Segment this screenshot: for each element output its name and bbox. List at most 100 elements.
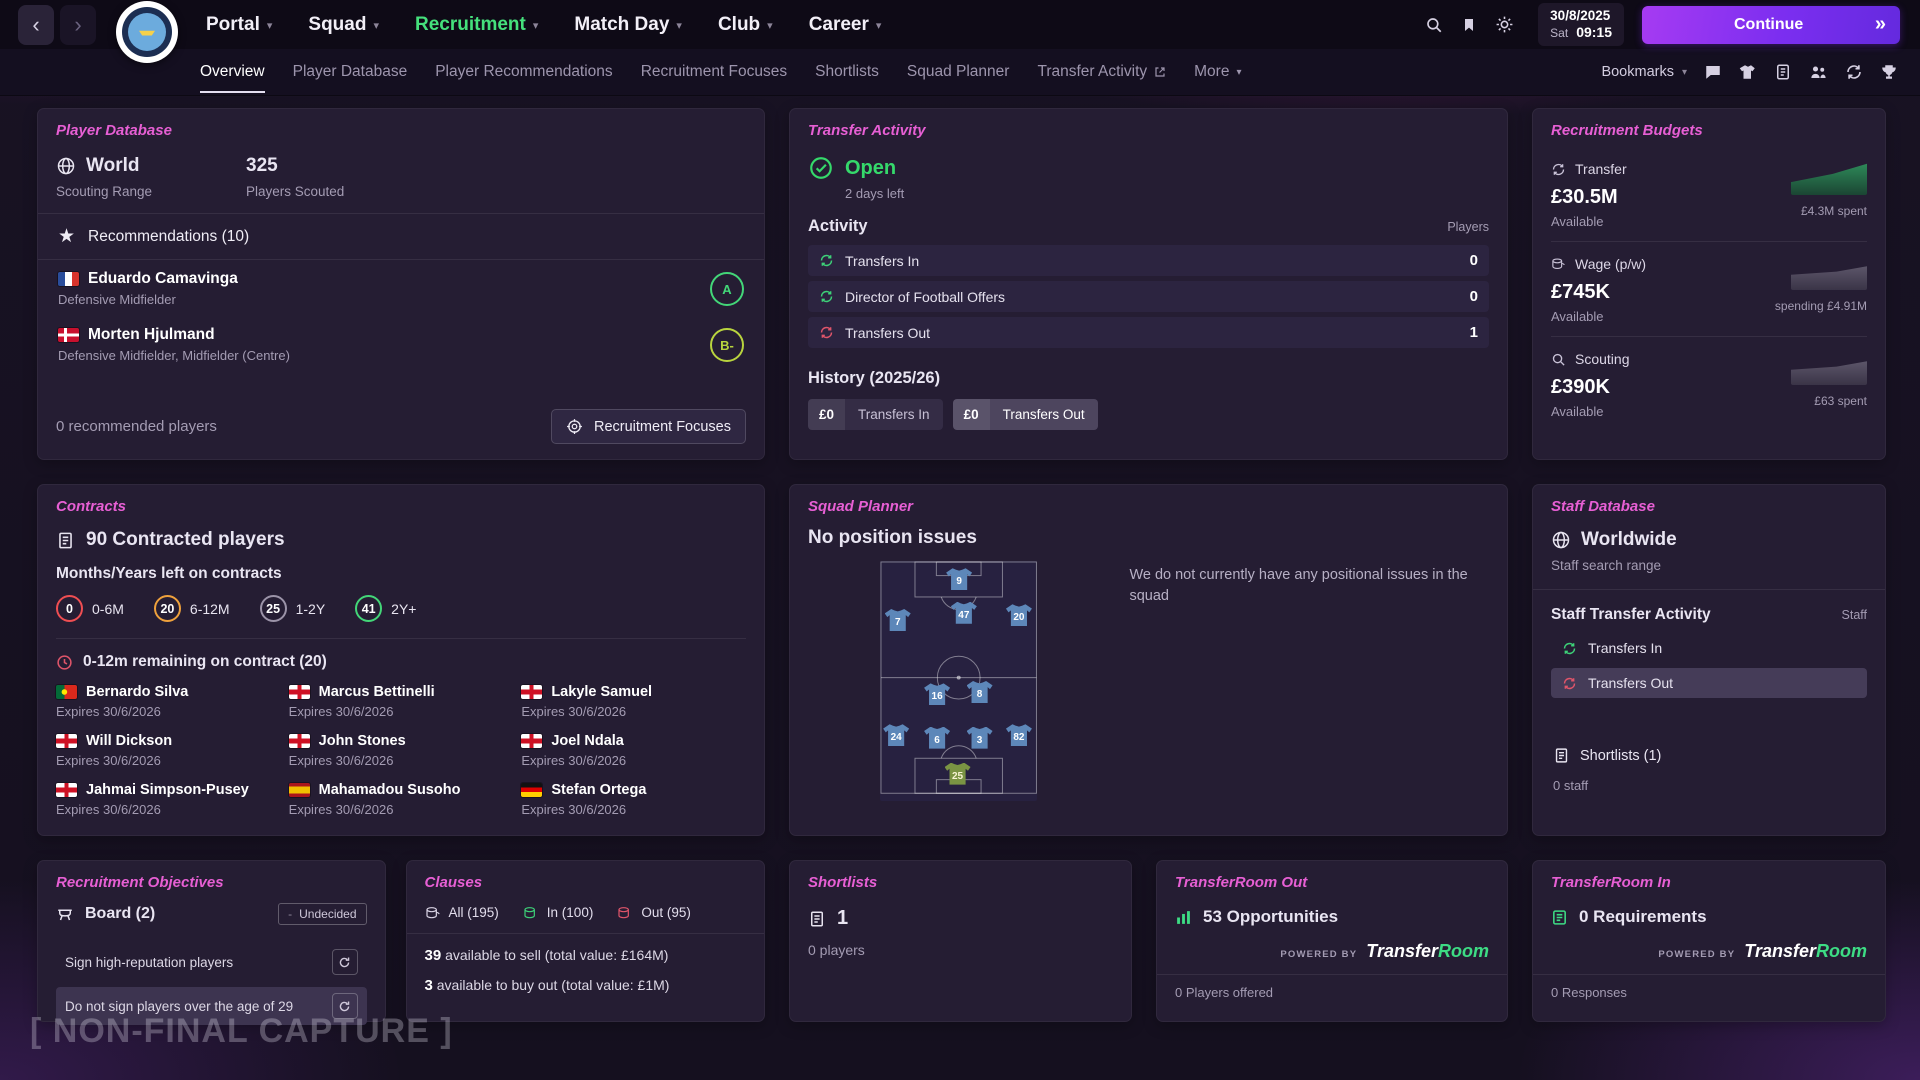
- date-value: 30/8/2025: [1550, 8, 1612, 24]
- clauses-card: Clauses All (195) In (100) Out (95): [406, 860, 765, 1022]
- contract-bucket[interactable]: 41 2Y+: [355, 595, 416, 622]
- players-column-header: Players: [1447, 220, 1489, 234]
- contract-expiry: Expires 30/6/2026: [289, 802, 514, 817]
- menu-match-day[interactable]: Match Day▾: [574, 14, 682, 36]
- card-title: Recruitment Budgets: [1551, 122, 1867, 139]
- awards-icon[interactable]: [1880, 63, 1898, 81]
- objective-row[interactable]: Sign high-reputation players: [56, 943, 367, 981]
- money-in-icon: [523, 906, 539, 920]
- kit-icon[interactable]: [1739, 63, 1757, 81]
- tab-player-database[interactable]: Player Database: [293, 51, 408, 93]
- tab-squad-planner[interactable]: Squad Planner: [907, 51, 1010, 93]
- expiring-player[interactable]: Stefan Ortega Expires 30/6/2026: [521, 782, 746, 817]
- transfers-out-row[interactable]: Transfers Out 1: [808, 317, 1489, 348]
- messages-icon[interactable]: [1704, 63, 1722, 81]
- brand-room: Room: [1438, 941, 1489, 961]
- expiring-player[interactable]: John Stones Expires 30/6/2026: [289, 733, 514, 768]
- scout-grade-badge: A: [710, 272, 744, 306]
- tab-player-recommendations[interactable]: Player Recommendations: [435, 51, 612, 93]
- transfer-budget-icon: [1551, 162, 1566, 177]
- tab-more[interactable]: More▾: [1194, 51, 1241, 93]
- history-amount: £0: [808, 399, 845, 430]
- opportunities-headline: 53 Opportunities: [1203, 907, 1338, 927]
- recruitment-focuses-button[interactable]: Recruitment Focuses: [551, 409, 746, 444]
- gear-icon[interactable]: [1495, 15, 1514, 34]
- continue-button[interactable]: Continue »: [1642, 6, 1900, 44]
- transfer-window-countdown: 2 days left: [845, 186, 1489, 201]
- expiring-player[interactable]: Bernardo Silva Expires 30/6/2026: [56, 684, 281, 719]
- requirements-row[interactable]: 0 Requirements: [1551, 907, 1867, 927]
- tab-transfer-activity[interactable]: Transfer Activity: [1037, 51, 1166, 93]
- expiring-player[interactable]: Joel Ndala Expires 30/6/2026: [521, 733, 746, 768]
- dof-offers-row[interactable]: Director of Football Offers 0: [808, 281, 1489, 312]
- recommendations-row[interactable]: ★ Recommendations (10): [56, 214, 746, 259]
- middle-bottom-row: Shortlists 1 0 players TransferRoom Out …: [789, 860, 1508, 1022]
- external-link-icon: [1154, 66, 1166, 78]
- scouting-range-value: World: [86, 155, 139, 177]
- contract-bucket[interactable]: 0 0-6M: [56, 595, 124, 622]
- clause-filter-in[interactable]: In (100): [523, 905, 594, 920]
- recommended-player-row[interactable]: Eduardo Camavinga Defensive Midfielder A: [56, 260, 746, 316]
- expiring-player[interactable]: Lakyle Samuel Expires 30/6/2026: [521, 684, 746, 719]
- history-transfers-out-button[interactable]: £0 Transfers Out: [953, 399, 1098, 430]
- refresh-objective-button[interactable]: [332, 949, 358, 975]
- menu-recruitment[interactable]: Recruitment▾: [415, 14, 538, 36]
- history-transfers-in-button[interactable]: £0 Transfers In: [808, 399, 943, 430]
- contract-bucket[interactable]: 20 6-12M: [154, 595, 230, 622]
- menu-club[interactable]: Club▾: [718, 14, 773, 36]
- chevron-down-icon: ▾: [533, 19, 539, 32]
- opportunities-row[interactable]: 53 Opportunities: [1175, 907, 1489, 927]
- overview-grid: Player Database World Scouting Range 325…: [37, 108, 1886, 1022]
- notes-icon[interactable]: [1774, 63, 1792, 81]
- search-icon[interactable]: [1425, 16, 1443, 34]
- transfers-in-row[interactable]: Transfers In 0: [808, 245, 1489, 276]
- clause-filter-all[interactable]: All (195): [425, 905, 499, 920]
- tab-shortlists[interactable]: Shortlists: [815, 51, 879, 93]
- clause-filters: All (195) In (100) Out (95): [425, 905, 746, 933]
- transferroom-brand: POWERED BY TransferRoom: [1175, 941, 1489, 974]
- menu-squad[interactable]: Squad▾: [308, 14, 379, 36]
- bucket-count-badge: 25: [260, 595, 287, 622]
- clauses-buyout-count: 3: [425, 977, 433, 994]
- bookmarks-dropdown[interactable]: Bookmarks ▾: [1601, 64, 1687, 80]
- tab-label: Player Database: [293, 63, 408, 81]
- shortlists-card: Shortlists 1 0 players: [789, 860, 1132, 1022]
- subnav-tabs: Overview Player Database Player Recommen…: [200, 51, 1242, 93]
- double-chevron-icon: »: [1875, 13, 1886, 36]
- bookmark-icon[interactable]: [1461, 16, 1477, 34]
- expiring-player[interactable]: Marcus Bettinelli Expires 30/6/2026: [289, 684, 514, 719]
- menu-career[interactable]: Career▾: [809, 14, 882, 36]
- contract-expiry: Expires 30/6/2026: [56, 704, 281, 719]
- tab-recruitment-focuses[interactable]: Recruitment Focuses: [641, 51, 787, 93]
- expiring-player[interactable]: Jahmai Simpson-Pusey Expires 30/6/2026: [56, 782, 281, 817]
- card-title: Transfer Activity: [808, 122, 1489, 139]
- expiring-player[interactable]: Mahamadou Susoho Expires 30/6/2026: [289, 782, 514, 817]
- staff-transfers-out-row[interactable]: Transfers Out: [1551, 668, 1867, 698]
- expiring-player[interactable]: Will Dickson Expires 30/6/2026: [56, 733, 281, 768]
- chevron-down-icon: ▾: [676, 19, 682, 32]
- tab-overview[interactable]: Overview: [200, 51, 265, 93]
- club-crest[interactable]: [116, 1, 178, 63]
- money-icon: [425, 906, 441, 920]
- brand-transfer: Transfer: [1366, 941, 1438, 961]
- status-badge: - Undecided: [278, 903, 366, 925]
- forward-button[interactable]: ›: [60, 5, 96, 45]
- scout-grade-badge: B-: [710, 328, 744, 362]
- clause-filter-out[interactable]: Out (95): [617, 905, 691, 920]
- back-button[interactable]: ‹: [18, 5, 54, 45]
- shortlists-count: 1: [837, 907, 848, 930]
- requirements-headline: 0 Requirements: [1579, 907, 1707, 927]
- left-bottom-row: Recruitment Objectives Board (2) - Undec…: [37, 860, 765, 1022]
- contract-bucket[interactable]: 25 1-2Y: [260, 595, 326, 622]
- menu-portal[interactable]: Portal▾: [206, 14, 272, 36]
- staff-transfers-in-row[interactable]: Transfers In: [1551, 633, 1867, 663]
- recommended-player-row[interactable]: Morten Hjulmand Defensive Midfielder, Mi…: [56, 316, 746, 372]
- budget-caption: Available: [1551, 214, 1627, 229]
- transferroom-in-card: TransferRoom In 0 Requirements POWERED B…: [1532, 860, 1886, 1022]
- recruitment-focuses-label: Recruitment Focuses: [594, 419, 731, 435]
- shortlists-count-row[interactable]: 1: [808, 907, 1113, 930]
- staff-shortlists-row[interactable]: Shortlists (1): [1551, 741, 1867, 770]
- sync-icon[interactable]: [1845, 63, 1863, 81]
- chevron-down-icon: ▾: [373, 19, 379, 32]
- scouting-team-icon[interactable]: [1809, 63, 1828, 81]
